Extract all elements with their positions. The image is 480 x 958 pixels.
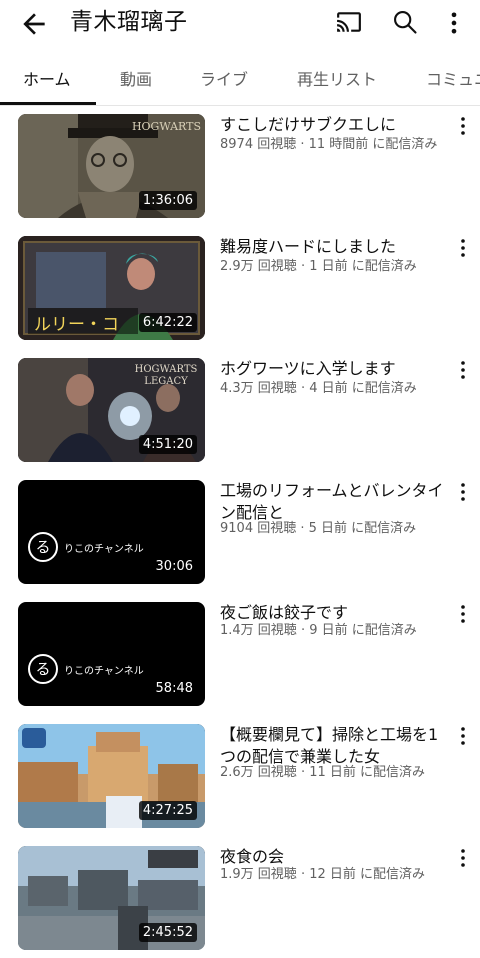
video-meta: 1.9万 回視聴 · 12 日前 に配信済み (220, 867, 426, 882)
video-meta: 2.6万 回視聴 · 11 日前 に配信済み (220, 765, 426, 780)
channel-tabs: ホーム 動画 ライブ 再生リスト コミュニ (0, 52, 480, 106)
video-menu-icon[interactable] (457, 360, 469, 380)
video-title[interactable]: ホグワーツに入学します (220, 358, 448, 380)
video-title[interactable]: 夜ご飯は餃子です (220, 602, 448, 624)
video-thumbnail[interactable]: ルリー・コ 6:42:22 (18, 236, 205, 340)
video-item[interactable]: HOGWARTS 1:36:06 すこしだけサブクエしに 8974 回視聴 · … (0, 114, 480, 218)
thumbnail-channel-name: りこのチャンネル (64, 666, 144, 677)
video-title[interactable]: 夜食の会 (220, 846, 448, 868)
video-duration: 4:27:25 (138, 801, 197, 820)
video-thumbnail[interactable]: HOGWARTS 1:36:06 (18, 114, 205, 218)
video-item[interactable]: 2:45:52 夜食の会 1.9万 回視聴 · 12 日前 に配信済み (0, 846, 480, 950)
thumbnail-logo-text: HOGWARTS LEGACY (134, 364, 198, 387)
video-item[interactable]: HOGWARTS LEGACY 4:51:20 ホグワーツに入学します 4.3万… (0, 358, 480, 462)
video-item[interactable]: 4:27:25 【概要欄見て】掃除と工場を1つの配信で兼業した女 2.6万 回視… (0, 724, 480, 828)
video-duration: 30:06 (151, 557, 197, 576)
thumbnail-channel-name: りこのチャンネル (64, 544, 144, 555)
video-thumbnail[interactable]: HOGWARTS LEGACY 4:51:20 (18, 358, 205, 462)
video-duration: 58:48 (151, 679, 197, 698)
video-meta: 2.9万 回視聴 · 1 日前 に配信済み (220, 259, 417, 274)
thumbnail-logo-text: HOGWARTS (131, 120, 201, 133)
video-title[interactable]: 【概要欄見て】掃除と工場を1つの配信で兼業した女 (220, 724, 448, 768)
video-meta: 1.4万 回視聴 · 9 日前 に配信済み (220, 623, 417, 638)
video-title[interactable]: 工場のリフォームとバレンタイン配信と (220, 480, 448, 524)
video-item[interactable]: る りこのチャンネル 58:48 夜ご飯は餃子です 1.4万 回視聴 · 9 日… (0, 602, 480, 706)
thumbnail-caption: ルリー・コ (34, 315, 119, 335)
video-menu-icon[interactable] (457, 116, 469, 136)
more-vert-icon[interactable] (446, 9, 462, 37)
tab-videos[interactable]: 動画 (120, 66, 152, 90)
video-thumbnail[interactable]: る りこのチャンネル 58:48 (18, 602, 205, 706)
tab-home[interactable]: ホーム (23, 66, 71, 90)
video-menu-icon[interactable] (457, 848, 469, 868)
video-menu-icon[interactable] (457, 726, 469, 746)
video-thumbnail[interactable]: 2:45:52 (18, 846, 205, 950)
video-title[interactable]: 難易度ハードにしました (220, 236, 448, 258)
search-icon[interactable] (391, 8, 419, 36)
video-meta: 8974 回視聴 · 11 時間前 に配信済み (220, 137, 438, 152)
video-duration: 1:36:06 (138, 191, 197, 210)
video-meta: 9104 回視聴 · 5 日前 に配信済み (220, 521, 417, 536)
video-duration: 4:51:20 (138, 435, 197, 454)
arrow-left-icon[interactable] (18, 8, 50, 40)
video-title[interactable]: すこしだけサブクエしに (220, 114, 448, 136)
video-meta: 4.3万 回視聴 · 4 日前 に配信済み (220, 381, 417, 396)
video-item[interactable]: ルリー・コ 6:42:22 難易度ハードにしました 2.9万 回視聴 · 1 日… (0, 236, 480, 340)
channel-logo-icon: る (28, 532, 58, 562)
tab-live[interactable]: ライブ (200, 66, 248, 90)
channel-title: 青木瑠璃子 (70, 9, 188, 35)
video-thumbnail[interactable]: る りこのチャンネル 30:06 (18, 480, 205, 584)
tab-community[interactable]: コミュニ (426, 66, 480, 90)
cast-icon[interactable] (336, 9, 362, 35)
video-thumbnail[interactable]: 4:27:25 (18, 724, 205, 828)
video-duration: 6:42:22 (138, 313, 197, 332)
tab-playlists[interactable]: 再生リスト (297, 66, 377, 90)
video-menu-icon[interactable] (457, 604, 469, 624)
video-menu-icon[interactable] (457, 482, 469, 502)
channel-logo-icon: る (28, 654, 58, 684)
active-tab-indicator (0, 102, 96, 105)
video-duration: 2:45:52 (138, 923, 197, 942)
top-app-bar: 青木瑠璃子 (0, 0, 480, 48)
video-item[interactable]: る りこのチャンネル 30:06 工場のリフォームとバレンタイン配信と 9104… (0, 480, 480, 584)
video-menu-icon[interactable] (457, 238, 469, 258)
